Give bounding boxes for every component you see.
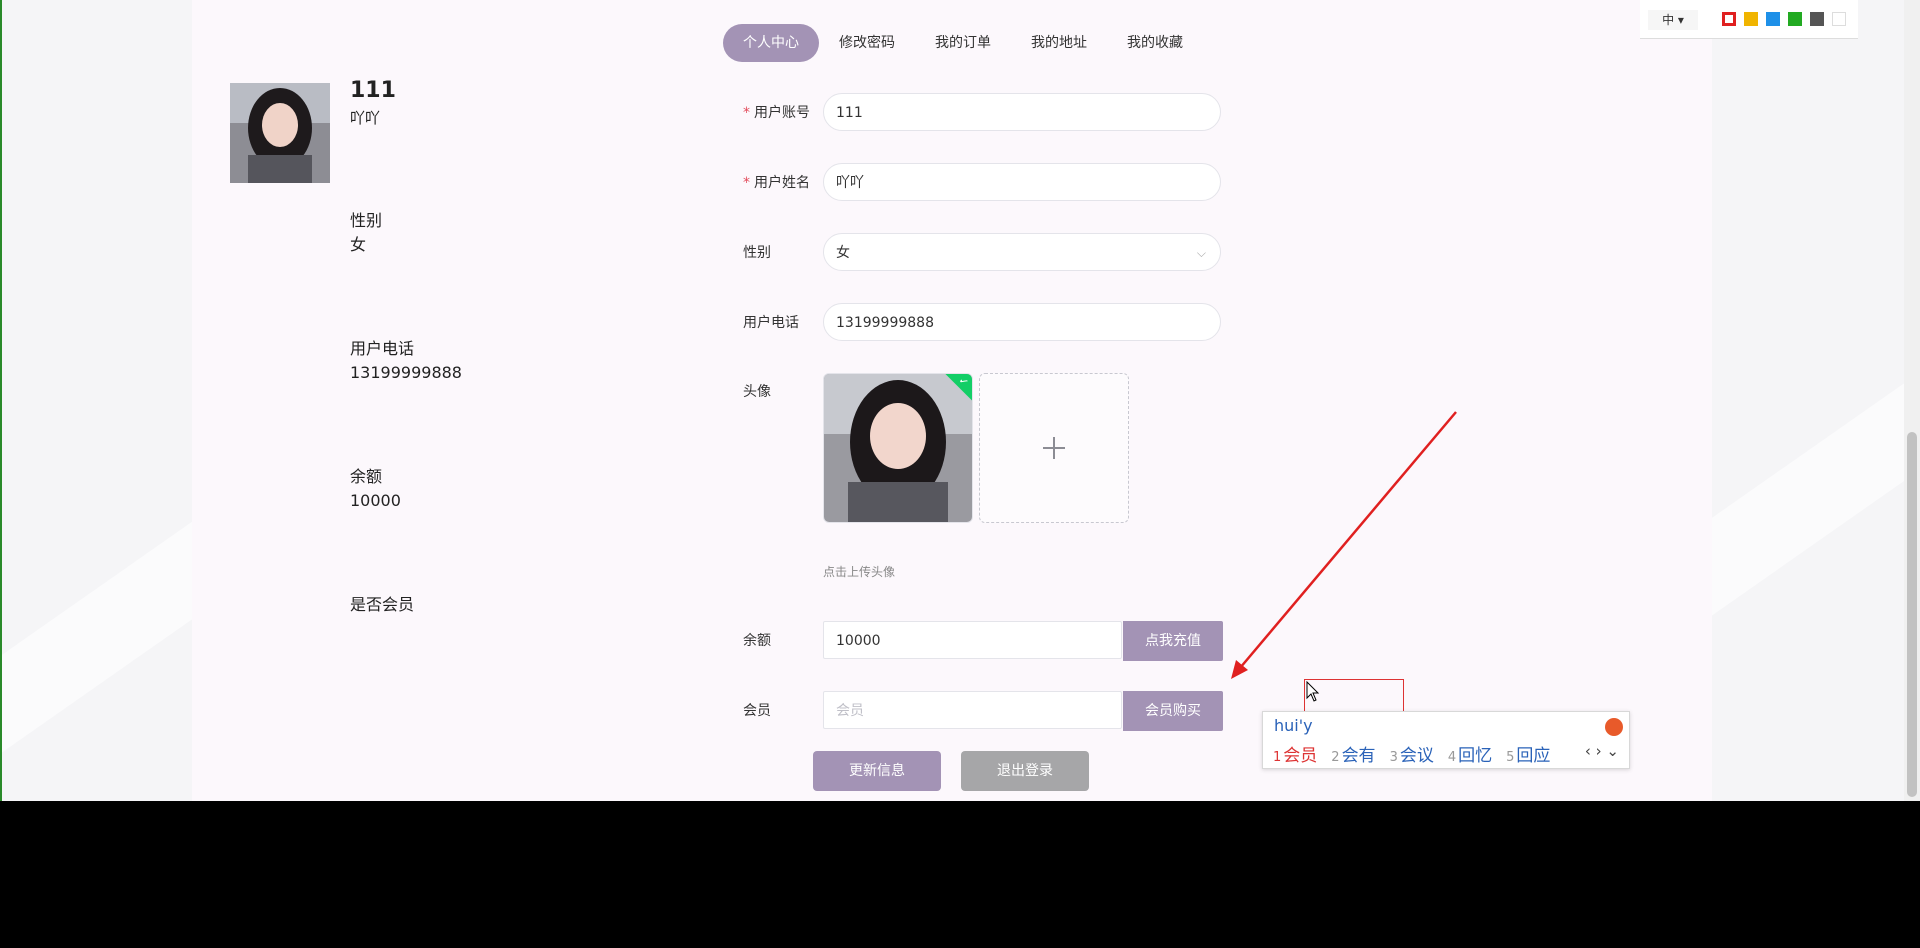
annotation-arrow — [1231, 411, 1457, 679]
page-scrollbar[interactable] — [1904, 0, 1920, 801]
ime-logo-icon — [1605, 718, 1623, 736]
ime-candidate[interactable]: 1 会员 — [1273, 741, 1317, 766]
ime-page-nav[interactable]: ‹ › ⌄ — [1585, 742, 1619, 760]
ime-candidate[interactable]: 2 会有 — [1331, 741, 1375, 766]
ime-candidate[interactable]: 3 会议 — [1390, 741, 1434, 766]
browser-viewport: 个人中心 修改密码 我的订单 我的地址 我的收藏 111 吖吖 性别 女 用户电… — [0, 0, 1920, 801]
ime-candidate-window: hui'y 1 会员 2 会有 3 会议 4 回忆 5 回应 ‹ › ⌄ — [1262, 711, 1630, 769]
ime-composition: hui'y — [1274, 716, 1313, 735]
ime-candidate[interactable]: 5 回应 — [1506, 741, 1550, 766]
ime-candidate[interactable]: 4 回忆 — [1448, 741, 1492, 766]
ime-candidates: 1 会员 2 会有 3 会议 4 回忆 5 回应 — [1273, 741, 1550, 766]
scrollbar-thumb[interactable] — [1907, 432, 1917, 797]
mouse-cursor-icon — [1306, 681, 1320, 702]
